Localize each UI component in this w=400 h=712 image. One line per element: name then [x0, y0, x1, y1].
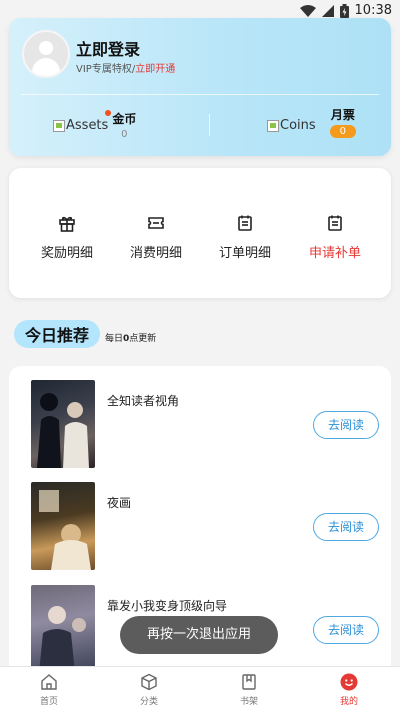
notification-dot: [105, 110, 112, 116]
section-title: 今日推荐: [14, 320, 101, 348]
read-button[interactable]: 去阅读: [313, 411, 379, 439]
tab-category[interactable]: 分类: [119, 673, 179, 707]
menu-item-apply[interactable]: 申请补单: [290, 214, 380, 261]
avatar[interactable]: [22, 30, 70, 78]
coins-label: 金币: [105, 110, 136, 127]
tab-bookshelf[interactable]: 书架: [219, 673, 279, 707]
mine-icon: [340, 673, 358, 691]
broken-image-icon: [53, 119, 65, 132]
tickets-block[interactable]: Coins 月票 0: [267, 108, 357, 138]
read-button[interactable]: 去阅读: [313, 616, 379, 644]
book-cover[interactable]: [31, 585, 95, 673]
update-note: 每日0点更新: [105, 334, 157, 344]
book-title[interactable]: 靠发小我变身顶级向导: [107, 597, 227, 614]
book-title[interactable]: 夜画: [107, 494, 131, 511]
status-time: 10:38: [354, 3, 392, 18]
card-divider: [21, 94, 379, 95]
menu-item-rewards[interactable]: 奖励明细: [22, 214, 112, 261]
order-list-icon: [238, 215, 252, 231]
gift-icon: [59, 216, 75, 232]
menu-item-orders[interactable]: 订单明细: [200, 214, 290, 261]
menu-item-consumption[interactable]: 消费明细: [111, 214, 201, 261]
wifi-icon: [299, 4, 316, 17]
vip-line: VIP专属特权/立即开通: [76, 60, 175, 75]
tab-mine[interactable]: 我的: [319, 673, 379, 707]
menu-card: 奖励明细 消费明细 订单明细 申请补单: [9, 168, 391, 298]
tab-home[interactable]: 首页: [19, 673, 79, 707]
category-icon: [141, 673, 157, 691]
signal-icon: [321, 4, 334, 17]
read-button[interactable]: 去阅读: [313, 513, 379, 541]
book-cover[interactable]: [31, 482, 95, 570]
bookshelf-icon: [242, 674, 256, 690]
battery-icon: [339, 3, 349, 18]
home-icon: [41, 674, 57, 690]
book-title[interactable]: 全知读者视角: [107, 392, 179, 409]
vip-prefix: VIP专属特权/: [76, 64, 136, 75]
bottom-tab-bar: 首页 分类 书架 我的: [0, 666, 400, 712]
tickets-value-badge: 0: [329, 125, 357, 138]
coins-image: Assets: [53, 118, 108, 133]
coins-block[interactable]: Assets 金币 0: [53, 110, 136, 140]
coins-value: 0: [121, 129, 128, 140]
ticket-icon: [148, 217, 164, 229]
vip-open-link[interactable]: 立即开通: [135, 64, 175, 75]
login-title[interactable]: 立即登录: [76, 36, 140, 60]
profile-card: 立即登录 VIP专属特权/立即开通 Assets 金币 0 Coins 月票 0: [9, 18, 391, 156]
book-cover[interactable]: [31, 380, 95, 468]
asset-separator: [209, 114, 210, 136]
tickets-image: Coins: [267, 118, 316, 133]
broken-image-icon: [267, 119, 279, 132]
tickets-label: 月票: [330, 108, 355, 122]
exit-toast: 再按一次退出应用: [120, 616, 278, 654]
section-header: 今日推荐: [14, 320, 101, 348]
apply-list-icon: [328, 215, 342, 231]
